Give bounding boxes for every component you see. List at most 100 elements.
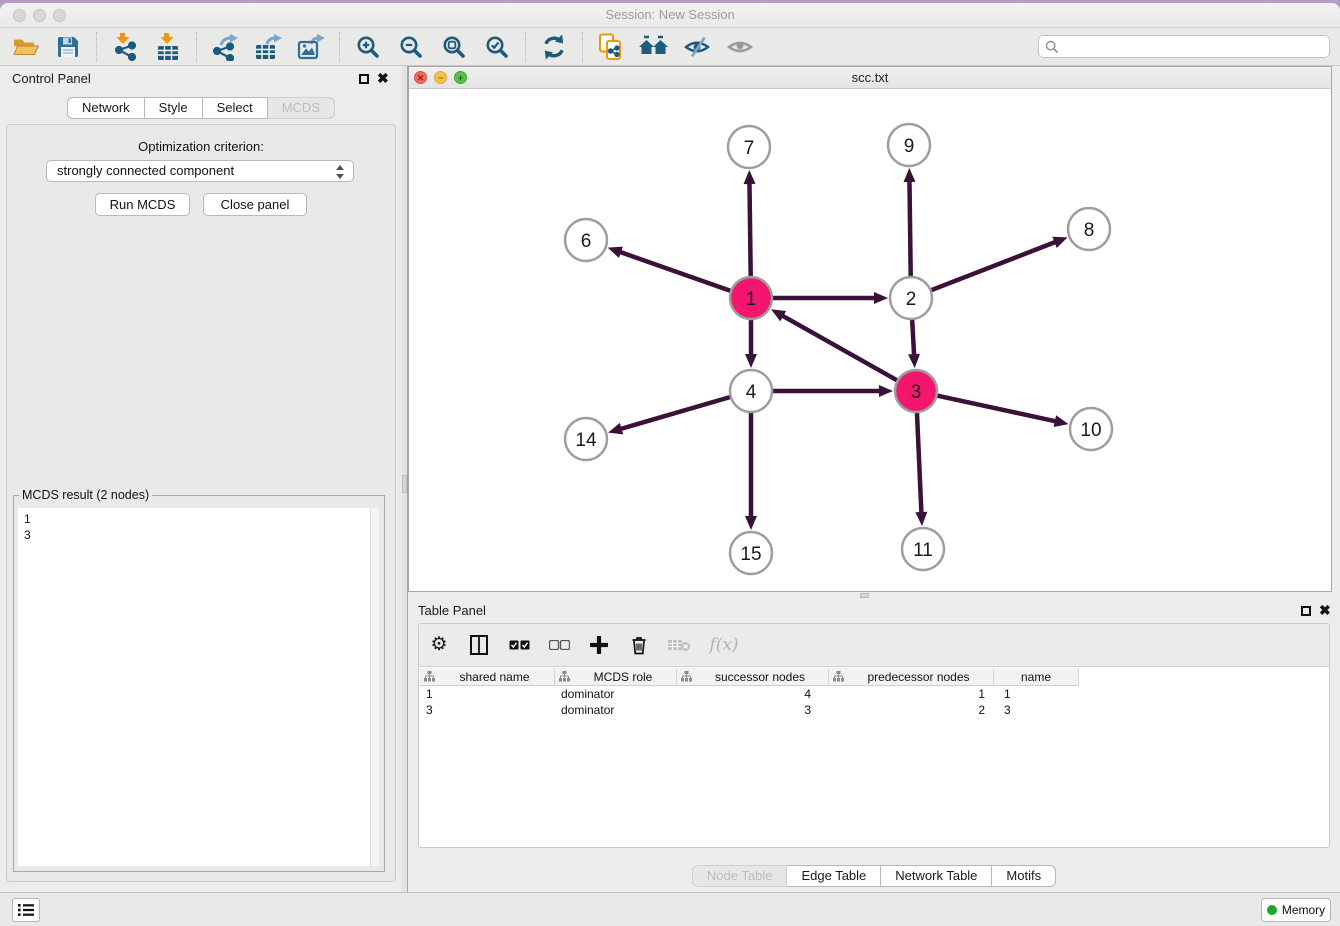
import-network-icon[interactable] — [110, 32, 140, 62]
optimization-criterion-select[interactable]: strongly connected component — [46, 160, 354, 182]
table-panel-inner: ⚙ — [418, 623, 1330, 848]
mcds-result-scrollbar[interactable] — [370, 508, 379, 866]
table-row[interactable]: 3 dominator 3 2 3 — [420, 702, 1079, 718]
graph-edge-3-10[interactable] — [937, 396, 1056, 422]
import-table-icon[interactable] — [153, 32, 183, 62]
cell-successor-nodes[interactable]: 3 — [677, 702, 829, 718]
add-column-icon[interactable] — [587, 633, 611, 657]
optimization-criterion-label: Optimization criterion: — [7, 139, 395, 154]
graph-edge-arrowhead — [608, 423, 623, 435]
search-input[interactable] — [1059, 40, 1323, 54]
graph-edge-arrowhead — [745, 516, 757, 530]
graph-edge-1-6[interactable] — [619, 252, 730, 291]
tab-mcds[interactable]: MCDS — [268, 97, 335, 119]
export-network-icon[interactable] — [210, 32, 240, 62]
tab-select[interactable]: Select — [203, 97, 268, 119]
show-column-icon[interactable] — [467, 633, 491, 657]
search-icon — [1045, 40, 1059, 54]
zoom-out-icon[interactable] — [396, 32, 426, 62]
apply-layout-icon[interactable] — [539, 32, 569, 62]
clone-network-icon[interactable] — [596, 32, 626, 62]
graph-edge-3-1[interactable] — [781, 315, 896, 380]
cell-predecessor-nodes[interactable]: 1 — [829, 686, 994, 702]
function-builder-icon[interactable]: f(x) — [707, 633, 741, 657]
hide-selected-icon[interactable] — [682, 32, 712, 62]
graph-edge-1-7[interactable] — [749, 182, 750, 276]
cell-mcds-role[interactable]: dominator — [555, 686, 677, 702]
control-panel-float-icon[interactable] — [359, 74, 369, 84]
select-all-checkboxes-icon[interactable] — [507, 633, 531, 657]
cell-successor-nodes[interactable]: 4 — [677, 686, 829, 702]
graph-edge-2-9[interactable] — [909, 180, 910, 276]
save-session-icon[interactable] — [53, 32, 83, 62]
splitter-grip[interactable] — [860, 593, 869, 598]
delete-table-icon[interactable] — [667, 633, 691, 657]
table-header-row: shared name MCDS role successor nodes pr… — [420, 668, 1079, 686]
memory-label: Memory — [1282, 903, 1325, 917]
column-header-successor-nodes[interactable]: successor nodes — [677, 668, 829, 686]
network-window-title: scc.txt — [409, 70, 1331, 85]
graph-edge-2-3[interactable] — [912, 320, 914, 356]
table-panel-close-icon[interactable]: ✖ — [1319, 603, 1331, 617]
graph-edge-4-14[interactable] — [620, 397, 730, 429]
zoom-fit-icon[interactable] — [439, 32, 469, 62]
show-graphics-details-icon[interactable] — [725, 32, 755, 62]
run-mcds-button[interactable]: Run MCDS — [95, 193, 190, 216]
control-panel-close-icon[interactable]: ✖ — [377, 71, 389, 85]
titlebar: Session: New Session — [0, 3, 1340, 28]
column-header-predecessor-nodes[interactable]: predecessor nodes — [829, 668, 994, 686]
search-box[interactable] — [1038, 35, 1330, 58]
splitter-grip[interactable] — [402, 475, 407, 493]
zoom-selected-icon[interactable] — [482, 32, 512, 62]
tab-network[interactable]: Network — [67, 97, 145, 119]
memory-button[interactable]: Memory — [1261, 898, 1331, 922]
export-image-icon[interactable] — [296, 32, 326, 62]
show-all-icon[interactable] — [639, 32, 669, 62]
tab-style[interactable]: Style — [145, 97, 203, 119]
graph-node-label: 10 — [1080, 420, 1101, 441]
table-panel: Table Panel ✖ ⚙ — [408, 599, 1340, 892]
table-panel-float-icon[interactable] — [1301, 606, 1311, 616]
export-table-icon[interactable] — [253, 32, 283, 62]
control-panel: Control Panel ✖ Network Style Select MCD… — [0, 66, 402, 892]
graph-edge-arrowhead — [608, 247, 623, 258]
graph-edge-3-11[interactable] — [917, 413, 921, 514]
table-row[interactable]: 1 dominator 4 1 1 — [420, 686, 1079, 702]
window-title: Session: New Session — [0, 7, 1340, 22]
tab-edge-table[interactable]: Edge Table — [787, 865, 881, 887]
task-history-button[interactable] — [12, 898, 40, 922]
graph-edge-arrowhead — [879, 385, 893, 397]
deselect-all-checkboxes-icon[interactable] — [547, 633, 571, 657]
network-canvas[interactable]: 1234678910111415 — [409, 89, 1331, 591]
horizontal-splitter[interactable] — [408, 592, 1340, 599]
hierarchy-icon — [681, 671, 692, 682]
open-session-icon[interactable] — [10, 32, 40, 62]
cell-shared-name[interactable]: 1 — [420, 686, 555, 702]
graph-edge-arrowhead — [745, 354, 757, 368]
tab-motifs[interactable]: Motifs — [992, 865, 1056, 887]
graph-node-label: 1 — [746, 289, 757, 310]
delete-column-icon[interactable] — [627, 633, 651, 657]
graph-edge-arrowhead — [1052, 237, 1067, 248]
column-header-mcds-role[interactable]: MCDS role — [555, 668, 677, 686]
graph-edge-arrowhead — [915, 512, 927, 526]
cell-shared-name[interactable]: 3 — [420, 702, 555, 718]
column-header-name[interactable]: name — [994, 668, 1079, 686]
cell-mcds-role[interactable]: dominator — [555, 702, 677, 718]
tab-network-table[interactable]: Network Table — [881, 865, 992, 887]
column-header-shared-name[interactable]: shared name — [420, 668, 555, 686]
control-panel-title: Control Panel — [12, 71, 91, 86]
graph-node-label: 3 — [911, 382, 922, 403]
network-window-titlebar[interactable]: ✕ − + scc.txt — [409, 67, 1331, 89]
mcds-result-text[interactable]: 13 — [18, 508, 379, 866]
cell-predecessor-nodes[interactable]: 2 — [829, 702, 994, 718]
graph-edge-2-8[interactable] — [932, 242, 1057, 290]
table-toolbar: ⚙ — [419, 624, 1329, 667]
zoom-in-icon[interactable] — [353, 32, 383, 62]
tab-node-table[interactable]: Node Table — [692, 865, 788, 887]
close-panel-button[interactable]: Close panel — [203, 193, 307, 216]
cell-name[interactable]: 3 — [994, 702, 1079, 718]
network-window: ✕ − + scc.txt 1234678910111415 — [408, 66, 1332, 592]
cell-name[interactable]: 1 — [994, 686, 1079, 702]
table-options-icon[interactable]: ⚙ — [427, 633, 451, 657]
